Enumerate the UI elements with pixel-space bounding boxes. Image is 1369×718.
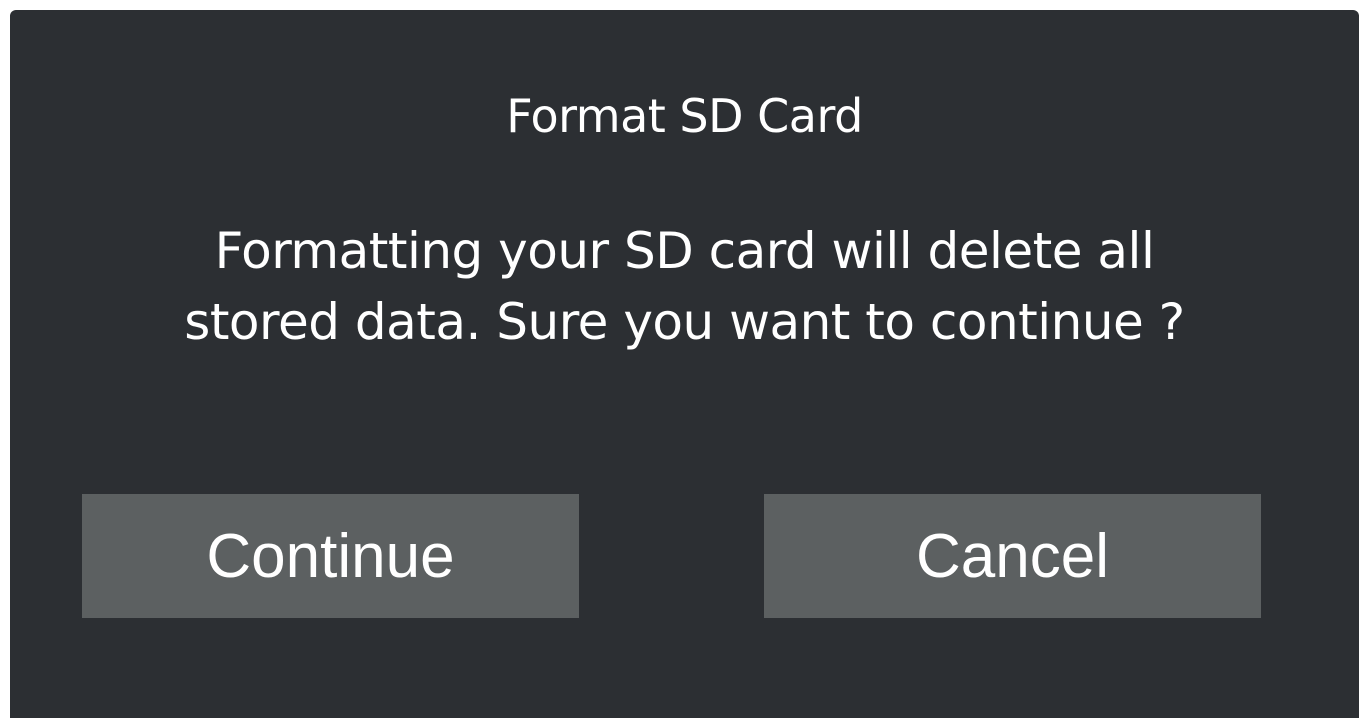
format-sd-card-dialog: Format SD Card Formatting your SD card w… <box>10 10 1359 718</box>
dialog-title: Format SD Card <box>506 89 863 143</box>
continue-button[interactable]: Continue <box>82 494 579 618</box>
cancel-button[interactable]: Cancel <box>764 494 1261 618</box>
dialog-message: Formatting your SD card will delete all … <box>184 222 1185 351</box>
